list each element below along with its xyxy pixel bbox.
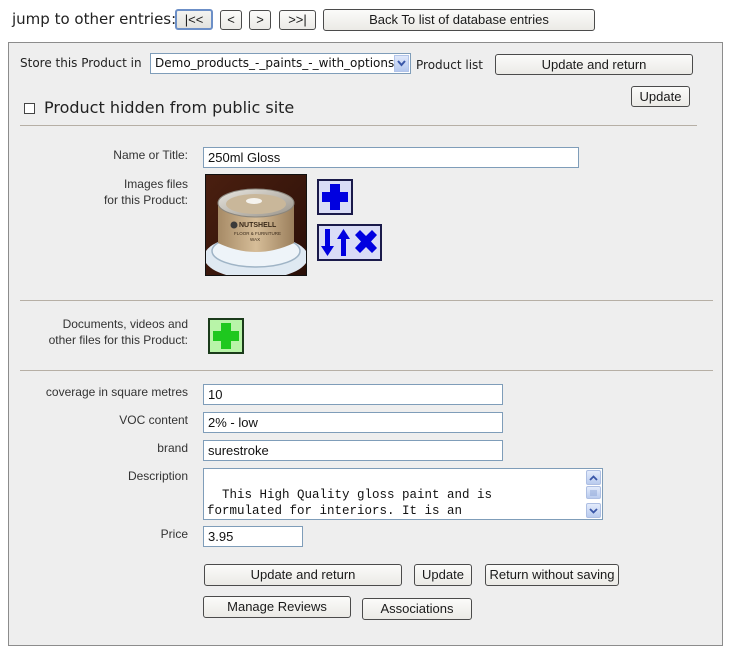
reorder-delete-image-button[interactable]: [317, 224, 382, 261]
return-without-saving-button[interactable]: Return without saving: [485, 564, 619, 586]
add-image-button[interactable]: [317, 179, 353, 215]
images-label-line2: for this Product:: [103, 193, 188, 207]
product-list-select[interactable]: Demo_products_-_paints_-_with_options: [150, 53, 411, 74]
product-image[interactable]: NUTSHELL FLOOR & FURNITURE WAX: [205, 174, 307, 276]
paint-tin-image: NUTSHELL FLOOR & FURNITURE WAX: [206, 175, 306, 275]
price-label: Price: [160, 527, 188, 541]
arrows-delete-icon: [321, 229, 377, 256]
divider: [20, 300, 713, 301]
tin-sub-text: FLOOR & FURNITURE: [234, 231, 281, 236]
tin-brand-text: NUTSHELL: [239, 222, 277, 229]
chevron-down-icon[interactable]: [394, 55, 409, 72]
scroll-down-icon[interactable]: [586, 503, 601, 518]
tin-sub-text2: WAX: [250, 237, 260, 242]
arrow-down-icon: [321, 229, 334, 256]
store-label: Store this Product in: [20, 56, 142, 70]
images-label-line1: Images files: [123, 177, 188, 191]
images-label: Images files for this Product:: [40, 176, 188, 208]
associations-button[interactable]: Associations: [362, 598, 472, 620]
update-and-return-top-button[interactable]: Update and return: [495, 54, 693, 75]
update-button[interactable]: Update: [414, 564, 472, 586]
documents-label: Documents, videos and other files for th…: [20, 316, 188, 348]
description-label: Description: [127, 469, 188, 483]
description-textarea[interactable]: This High Quality gloss paint and is for…: [203, 468, 603, 520]
coverage-label: coverage in square metres: [45, 385, 188, 399]
last-entry-button[interactable]: >>|: [279, 10, 316, 30]
documents-label-line2: other files for this Product:: [48, 333, 188, 347]
description-scrollbar[interactable]: [586, 470, 601, 518]
description-text: This High Quality gloss paint and is for…: [207, 488, 493, 518]
voc-input[interactable]: 2% - low: [203, 412, 503, 433]
jump-label: jump to other entries:: [12, 10, 177, 28]
scroll-up-icon[interactable]: [586, 470, 601, 485]
add-document-button[interactable]: [208, 318, 244, 354]
coverage-input[interactable]: 10: [203, 384, 503, 405]
hidden-checkbox[interactable]: [24, 103, 35, 114]
divider: [20, 370, 713, 371]
scroll-thumb[interactable]: [586, 486, 601, 499]
green-plus-icon: [213, 323, 239, 349]
prev-entry-button[interactable]: <: [220, 10, 242, 30]
next-entry-button[interactable]: >: [249, 10, 271, 30]
brand-input[interactable]: surestroke: [203, 440, 503, 461]
delete-x-icon: [355, 230, 377, 253]
product-list-suffix: Product list: [416, 58, 484, 72]
documents-label-line1: Documents, videos and: [62, 317, 188, 331]
manage-reviews-button[interactable]: Manage Reviews: [203, 596, 351, 618]
brand-label: brand: [157, 441, 188, 455]
arrow-up-icon: [337, 229, 350, 256]
back-to-list-button[interactable]: Back To list of database entries: [323, 9, 595, 31]
update-top-button[interactable]: Update: [631, 86, 690, 107]
name-label: Name or Title:: [113, 148, 188, 162]
product-list-select-value: Demo_products_-_paints_-_with_options: [155, 56, 395, 70]
voc-label: VOC content: [119, 413, 188, 427]
plus-icon: [322, 184, 348, 210]
hidden-label: Product hidden from public site: [44, 98, 295, 117]
update-and-return-button[interactable]: Update and return: [204, 564, 402, 586]
divider: [20, 125, 697, 126]
price-input[interactable]: 3.95: [203, 526, 303, 547]
name-input[interactable]: 250ml Gloss: [203, 147, 579, 168]
first-entry-button[interactable]: |<<: [175, 9, 213, 30]
